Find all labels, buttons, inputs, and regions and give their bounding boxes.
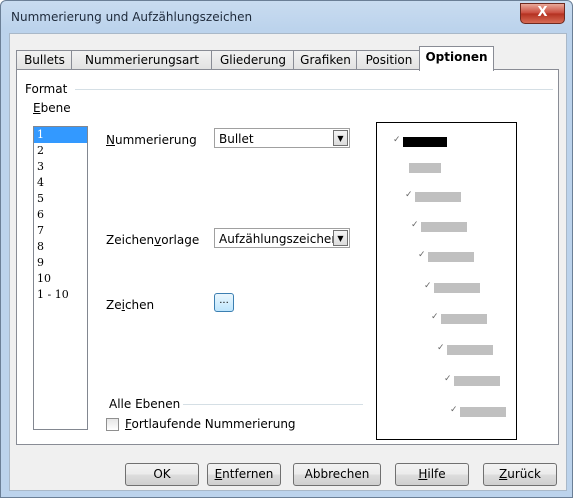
numbering-label: Nummerierung: [106, 133, 197, 147]
numbering-value: Bullet: [219, 132, 254, 146]
list-item[interactable]: 10: [34, 271, 87, 287]
tab-numbering-type[interactable]: Nummerierungsart: [71, 50, 213, 70]
preview-bullet-icon: ✓: [405, 190, 413, 200]
level-list[interactable]: 1 2 3 4 5 6 7 8 9 10 1 - 10: [33, 126, 88, 430]
preview-line: [421, 222, 467, 232]
options-panel: Format Ebene 1 2 3 4 5 6 7 8 9 10 1 - 10…: [16, 69, 559, 445]
dialog-window: Nummerierung und Aufzählungszeichen X Bu…: [0, 0, 573, 498]
consecutive-numbering-label[interactable]: Fortlaufende Nummerierung: [125, 417, 296, 431]
ok-button[interactable]: OK: [125, 463, 199, 486]
remove-button[interactable]: Entfernen: [207, 463, 281, 486]
numbering-preview: ✓ ✓ ✓ ✓ ✓ ✓ ✓ ✓ ✓: [376, 122, 517, 440]
chevron-down-icon[interactable]: ▼: [333, 130, 348, 146]
dialog-body: Bullets Nummerierungsart Gliederung Graf…: [9, 33, 567, 491]
window-title: Nummerierung und Aufzählungszeichen: [11, 10, 253, 24]
char-style-value: Aufzählungszeichen: [219, 232, 339, 246]
help-button[interactable]: Hilfe: [395, 463, 469, 486]
chevron-down-icon[interactable]: ▼: [333, 230, 348, 246]
preview-line: [409, 163, 441, 173]
preview-line: [403, 137, 447, 147]
char-style-select[interactable]: Aufzählungszeichen ▼: [214, 228, 350, 248]
preview-bullet-icon: ✓: [450, 405, 458, 415]
preview-bullet-icon: ✓: [444, 374, 452, 384]
list-item[interactable]: 2: [34, 143, 87, 159]
preview-bullet-icon: ✓: [437, 343, 445, 353]
list-item[interactable]: 1 - 10: [34, 287, 87, 303]
list-item[interactable]: 4: [34, 175, 87, 191]
level-label: Ebene: [33, 101, 71, 115]
preview-bullet-icon: ✓: [424, 281, 432, 291]
list-item[interactable]: 8: [34, 239, 87, 255]
tab-graphics[interactable]: Grafiken: [293, 50, 358, 70]
preview-line: [415, 192, 461, 202]
char-style-label: Zeichenvorlage: [106, 233, 200, 247]
consecutive-numbering-checkbox[interactable]: [106, 418, 119, 431]
preview-line: [434, 283, 480, 293]
all-levels-divider: [183, 404, 363, 405]
character-label: Zeichen: [106, 298, 155, 312]
preview-line: [447, 345, 493, 355]
format-group-label: Format: [25, 82, 68, 96]
preview-line: [460, 407, 506, 417]
tab-outline[interactable]: Gliederung: [211, 50, 295, 70]
tab-bullets[interactable]: Bullets: [16, 50, 73, 70]
format-divider: [75, 89, 553, 90]
numbering-select[interactable]: Bullet ▼: [214, 128, 350, 148]
list-item[interactable]: 7: [34, 223, 87, 239]
list-item[interactable]: 9: [34, 255, 87, 271]
preview-bullet-icon: ✓: [431, 312, 439, 322]
list-item[interactable]: 3: [34, 159, 87, 175]
preview-bullet-icon: ✓: [418, 250, 426, 260]
tab-options[interactable]: Optionen: [419, 46, 494, 71]
preview-bullet-icon: ✓: [393, 135, 401, 145]
preview-line: [428, 252, 474, 262]
tab-position[interactable]: Position: [356, 50, 422, 70]
select-character-button[interactable]: ...: [214, 293, 234, 312]
title-bar[interactable]: Nummerierung und Aufzählungszeichen X: [1, 1, 572, 33]
list-item[interactable]: 1: [34, 127, 87, 143]
close-button[interactable]: X: [520, 3, 565, 24]
all-levels-group-label: Alle Ebenen: [109, 397, 181, 411]
cancel-button[interactable]: Abbrechen: [293, 463, 381, 486]
list-item[interactable]: 5: [34, 191, 87, 207]
preview-line: [441, 314, 487, 324]
list-item[interactable]: 6: [34, 207, 87, 223]
preview-line: [454, 376, 500, 386]
preview-bullet-icon: ✓: [411, 220, 419, 230]
back-button[interactable]: Zurück: [483, 463, 557, 486]
